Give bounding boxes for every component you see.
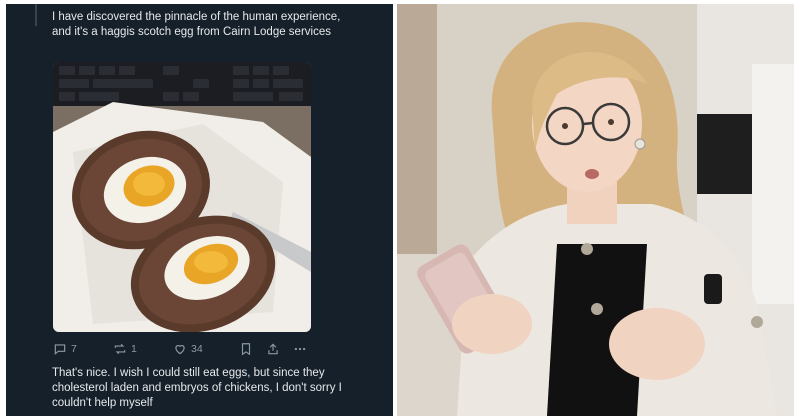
- reply-count: 7: [71, 343, 77, 355]
- like-count: 34: [191, 343, 203, 355]
- more-icon: [294, 347, 306, 351]
- repost-count: 1: [131, 343, 137, 355]
- surprised-woman-photo: [397, 4, 794, 416]
- post-image[interactable]: [53, 62, 311, 332]
- reply-button[interactable]: 7: [53, 342, 77, 356]
- more-options-button[interactable]: [293, 342, 307, 356]
- like-button[interactable]: 34: [173, 342, 203, 356]
- thread-line: [35, 4, 37, 26]
- post-action-bar: 7 1 34: [53, 340, 315, 358]
- heart-icon: [175, 345, 185, 355]
- repost-icon: [114, 343, 126, 355]
- repost-button[interactable]: 1: [113, 342, 137, 356]
- social-post-screenshot: I have discovered the pinnacle of the hu…: [6, 4, 393, 416]
- share-button[interactable]: [266, 342, 280, 356]
- share-icon: [268, 343, 278, 355]
- reply-icon: [54, 344, 66, 355]
- post-text: I have discovered the pinnacle of the hu…: [52, 11, 341, 38]
- reply-text: That's nice. I wish I could still eat eg…: [52, 367, 342, 409]
- bookmark-icon: [241, 343, 251, 356]
- bookmark-button[interactable]: [239, 342, 253, 356]
